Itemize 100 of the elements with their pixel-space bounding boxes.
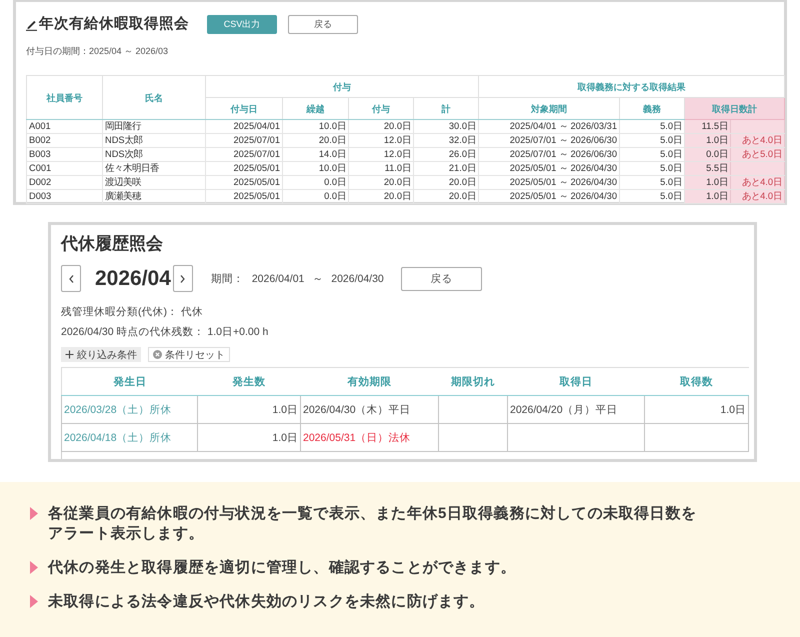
column-header: 有効期限 bbox=[300, 368, 438, 396]
table-cell bbox=[730, 120, 784, 134]
table-cell: A001 bbox=[26, 120, 102, 134]
table-cell: 2026/04/30（木）平日 bbox=[300, 396, 438, 424]
table-cell: 2025/05/01 ～ 2026/04/30 bbox=[478, 162, 620, 176]
add-filter-button[interactable]: 絞り込み条件 bbox=[61, 347, 141, 362]
feature-text: 各従業員の有給休暇の付与状況を一覧で表示、また年休5日取得義務に対しての未取得日数をアラート表示します。 bbox=[48, 504, 698, 544]
column-header: 取得日 bbox=[508, 368, 644, 396]
column-header: 発生日 bbox=[62, 368, 198, 396]
column-header: 対象期間 bbox=[478, 98, 620, 120]
table-cell: 1.0日 bbox=[198, 396, 300, 424]
table-cell: D003 bbox=[26, 190, 102, 204]
period-text: 期間： 2026/04/01 ～ 2026/04/30 bbox=[210, 272, 384, 286]
table-cell: 5.5日 bbox=[684, 162, 730, 176]
table-cell: 1.0日 bbox=[684, 190, 730, 204]
table-cell: 20.0日 bbox=[348, 176, 414, 190]
column-header: 社員番号 bbox=[26, 76, 102, 120]
month-label: 2026/04 bbox=[94, 266, 172, 292]
table-cell: B002 bbox=[26, 134, 102, 148]
table-cell: 2025/07/01 bbox=[206, 134, 282, 148]
table-cell: 20.0日 bbox=[348, 120, 414, 134]
info-text: 残管理休暇分類(代休)： 代休 bbox=[61, 305, 204, 319]
table-cell: 5.0日 bbox=[620, 176, 684, 190]
table-cell: 5.0日 bbox=[620, 148, 684, 162]
table-cell: 5.0日 bbox=[620, 134, 684, 148]
close-circle-icon bbox=[153, 350, 162, 359]
reset-filter-button[interactable]: 条件リセット bbox=[148, 347, 230, 362]
table-cell: 11.5日 bbox=[684, 120, 730, 134]
plus-icon bbox=[65, 350, 74, 359]
table-cell: 1.0日 bbox=[644, 396, 748, 424]
table-cell: 2025/05/01 ～ 2026/04/30 bbox=[478, 176, 620, 190]
table-cell: 2026/05/31（日）法休 bbox=[300, 424, 438, 452]
column-header: 氏名 bbox=[102, 76, 206, 120]
table-cell: 5.0日 bbox=[620, 120, 684, 134]
triangle-bullet-icon bbox=[30, 595, 38, 608]
triangle-bullet-icon bbox=[30, 507, 38, 520]
table-cell: 10.0日 bbox=[282, 120, 348, 134]
table-cell: 渡辺美咲 bbox=[102, 176, 206, 190]
table-cell: NDS次郎 bbox=[102, 148, 206, 162]
table-cell: 2025/05/01 bbox=[206, 162, 282, 176]
table-cell: C001 bbox=[26, 162, 102, 176]
chevron-left-icon bbox=[68, 274, 74, 282]
shortfall-alert: あと4.0日 bbox=[730, 190, 784, 204]
table-cell: 0.0日 bbox=[282, 190, 348, 204]
shortfall-alert: あと4.0日 bbox=[730, 134, 784, 148]
column-header: 発生数 bbox=[198, 368, 300, 396]
feature-text: 未取得による法令違反や代休失効のリスクを未然に防げます。 bbox=[48, 592, 486, 612]
table-cell: D002 bbox=[26, 176, 102, 190]
table-cell: 2025/07/01 bbox=[206, 148, 282, 162]
table-cell: 20.0日 bbox=[348, 190, 414, 204]
column-header: 付与日 bbox=[206, 98, 282, 120]
table-cell: 2025/04/01 ～ 2026/03/31 bbox=[478, 120, 620, 134]
table-cell: 20.0日 bbox=[414, 176, 478, 190]
table-cell: 1.0日 bbox=[684, 134, 730, 148]
table-cell: 1.0日 bbox=[684, 176, 730, 190]
table-cell: 岡田隆行 bbox=[102, 120, 206, 134]
table-cell: 5.0日 bbox=[620, 162, 684, 176]
table-cell: 21.0日 bbox=[414, 162, 478, 176]
table-cell: 廣瀬美穂 bbox=[102, 190, 206, 204]
table-cell: 2025/07/01 ～ 2026/06/30 bbox=[478, 134, 620, 148]
table-cell: 11.0日 bbox=[348, 162, 414, 176]
table-cell: 2025/07/01 ～ 2026/06/30 bbox=[478, 148, 620, 162]
table-cell: 1.0日 bbox=[198, 424, 300, 452]
back-button[interactable]: 戻る bbox=[400, 266, 482, 290]
page-title: 年次有給休暇取得照会 bbox=[39, 15, 189, 34]
table-cell: 2025/05/01 ～ 2026/04/30 bbox=[478, 190, 620, 204]
table-cell: 32.0日 bbox=[414, 134, 478, 148]
table-cell: 0.0日 bbox=[684, 148, 730, 162]
table-cell: 0.0日 bbox=[282, 176, 348, 190]
column-header: 付与 bbox=[348, 98, 414, 120]
previous-month-button[interactable] bbox=[61, 265, 81, 292]
column-header: 期限切れ bbox=[438, 368, 508, 396]
column-header: 計 bbox=[414, 98, 478, 120]
next-month-button[interactable] bbox=[172, 265, 193, 292]
table-cell: 2025/05/01 bbox=[206, 190, 282, 204]
table-cell bbox=[730, 162, 784, 176]
back-button[interactable]: 戻る bbox=[288, 14, 358, 34]
table-cell: B003 bbox=[26, 148, 102, 162]
table-cell: NDS太郎 bbox=[102, 134, 206, 148]
triangle-bullet-icon bbox=[30, 561, 38, 574]
table-cell: 14.0日 bbox=[282, 148, 348, 162]
column-header: 義務 bbox=[620, 98, 684, 120]
table-cell: 2026/04/20（月）平日 bbox=[508, 396, 644, 424]
table-cell: 20.0日 bbox=[414, 190, 478, 204]
column-header: 取得数 bbox=[644, 368, 748, 396]
table-cell: 10.0日 bbox=[282, 162, 348, 176]
chevron-right-icon bbox=[180, 274, 186, 282]
feature-text: 代休の発生と取得履歴を適切に管理し、確認することができます。 bbox=[48, 558, 517, 578]
page-title: 代休履歴照会 bbox=[61, 233, 164, 255]
table-cell: 12.0日 bbox=[348, 134, 414, 148]
column-header: 繰越 bbox=[282, 98, 348, 120]
table-cell: 2025/04/01 bbox=[206, 120, 282, 134]
column-group-header: 取得義務に対する取得結果 bbox=[478, 76, 784, 98]
period-text: 付与日の期間：2025/04 ～ 2026/03 bbox=[26, 46, 170, 57]
shortfall-alert: あと5.0日 bbox=[730, 148, 784, 162]
table-cell: 5.0日 bbox=[620, 190, 684, 204]
column-group-header: 付与 bbox=[206, 76, 478, 98]
table-cell: 佐々木明日香 bbox=[102, 162, 206, 176]
info-text: 2026/04/30 時点の代休残数： 1.0日+0.00 h bbox=[61, 325, 270, 339]
table-cell: 12.0日 bbox=[348, 148, 414, 162]
